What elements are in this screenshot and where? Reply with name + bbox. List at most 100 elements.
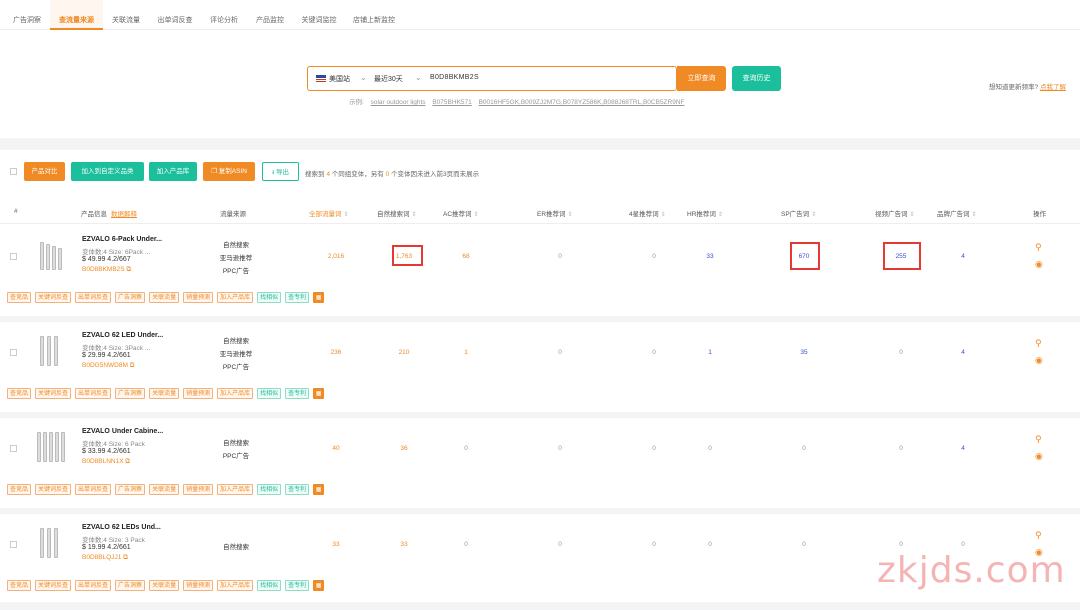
calculator-icon[interactable]: ▦: [313, 580, 325, 591]
tag-competitor[interactable]: 查竞品: [7, 580, 32, 591]
tag-keyword-reverse[interactable]: 关键词反查: [35, 484, 72, 495]
asin-text[interactable]: B0D8BLQJJ1: [82, 554, 121, 561]
tag-patent[interactable]: 查专利: [285, 580, 310, 591]
data-explain-link[interactable]: 数据解释: [111, 211, 137, 218]
copy-asin-button[interactable]: ❐ 复制ASIN: [203, 162, 255, 181]
calculator-icon[interactable]: ▦: [313, 292, 325, 303]
tag-order-keyword[interactable]: 出单词反查: [75, 484, 112, 495]
location-icon[interactable]: ◉: [1035, 451, 1043, 462]
tag-add-library[interactable]: 加入产品库: [217, 292, 254, 303]
tag-competitor[interactable]: 查竞品: [7, 484, 32, 495]
tag-sales-forecast[interactable]: 销量预测: [183, 388, 214, 399]
tag-ad-insight[interactable]: 广告洞察: [115, 484, 146, 495]
tab-product-monitor[interactable]: 产品监控: [247, 0, 293, 30]
search-button[interactable]: 立即查询: [677, 66, 726, 91]
tag-related-traffic[interactable]: 关联流量: [149, 484, 180, 495]
product-asin[interactable]: B0D8BKMB2S ⧉: [82, 266, 131, 274]
product-image[interactable]: [34, 524, 70, 560]
example-link[interactable]: B0016HF5GK,B009ZJ2M7G,B078YZ586K,B088J68…: [479, 99, 685, 106]
row-checkbox[interactable]: [10, 349, 17, 356]
external-link-icon[interactable]: ⧉: [130, 362, 135, 369]
example-link[interactable]: B075BHK571: [432, 99, 471, 106]
sort-icon[interactable]: ⇕: [661, 212, 666, 218]
site-select[interactable]: 美国站: [329, 74, 350, 84]
cell-brand[interactable]: 4: [943, 253, 983, 260]
cell-brand[interactable]: 4: [943, 349, 983, 356]
row-checkbox[interactable]: [10, 541, 17, 548]
cell-all[interactable]: 33: [316, 541, 356, 548]
col-sp[interactable]: SP广告词 ⇕: [781, 208, 816, 218]
sort-icon[interactable]: ⇕: [568, 212, 573, 218]
cell-hr[interactable]: 33: [690, 253, 730, 260]
cell-all[interactable]: 40: [316, 445, 356, 452]
asin-text[interactable]: B0D8BKMB2S: [82, 266, 125, 273]
col-brand[interactable]: 品牌广告词 ⇕: [937, 208, 977, 218]
tab-review-analysis[interactable]: 评论分析: [201, 0, 247, 30]
frequency-link[interactable]: 点我了解: [1040, 84, 1066, 91]
row-checkbox[interactable]: [10, 445, 17, 452]
chevron-down-icon[interactable]: ⌄: [415, 73, 422, 82]
tag-patent[interactable]: 查专利: [285, 388, 310, 399]
product-image[interactable]: [34, 332, 70, 368]
tag-related-traffic[interactable]: 关联流量: [149, 388, 180, 399]
external-link-icon[interactable]: ⧉: [125, 458, 130, 465]
product-asin[interactable]: B0D8BLQJJ1 ⧉: [82, 554, 128, 562]
product-name[interactable]: EZVALO Under Cabine...: [82, 428, 163, 435]
row-checkbox[interactable]: [10, 253, 17, 260]
tag-order-keyword[interactable]: 出单词反查: [75, 388, 112, 399]
product-image[interactable]: [34, 236, 70, 272]
tab-order-keyword[interactable]: 出单词反查: [149, 0, 201, 30]
tag-patent[interactable]: 查专利: [285, 292, 310, 303]
cell-all[interactable]: 2,016: [316, 253, 356, 260]
search-icon[interactable]: ⚲: [1035, 530, 1042, 541]
cell-ac[interactable]: 1: [446, 349, 486, 356]
search-input[interactable]: B0D8BKMB2S: [430, 74, 479, 81]
cell-ac[interactable]: 68: [446, 253, 486, 260]
tag-competitor[interactable]: 查竞品: [7, 388, 32, 399]
tag-find-similar[interactable]: 找相似: [257, 388, 282, 399]
tag-order-keyword[interactable]: 出单词反查: [75, 292, 112, 303]
col-er[interactable]: ER推荐词 ⇕: [537, 208, 573, 218]
col-video[interactable]: 视频广告词 ⇕: [875, 208, 915, 218]
search-icon[interactable]: ⚲: [1035, 338, 1042, 349]
tag-add-library[interactable]: 加入产品库: [217, 484, 254, 495]
location-icon[interactable]: ◉: [1035, 259, 1043, 270]
sort-icon[interactable]: ⇕: [811, 212, 816, 218]
external-link-icon[interactable]: ⧉: [126, 266, 131, 273]
tag-keyword-reverse[interactable]: 关键词反查: [35, 580, 72, 591]
history-button[interactable]: 查询历史: [732, 66, 781, 91]
product-name[interactable]: EZVALO 62 LEDs Und...: [82, 524, 161, 531]
range-select[interactable]: 最近30天: [374, 74, 403, 84]
tag-ad-insight[interactable]: 广告洞察: [115, 292, 146, 303]
export-button[interactable]: ⭳ 导出: [262, 162, 299, 181]
tag-related-traffic[interactable]: 关联流量: [149, 292, 180, 303]
tag-competitor[interactable]: 查竞品: [7, 292, 32, 303]
cell-organic[interactable]: 33: [384, 541, 424, 548]
cell-hr[interactable]: 1: [690, 349, 730, 356]
sort-icon[interactable]: ⇕: [910, 212, 915, 218]
tag-sales-forecast[interactable]: 销量预测: [183, 292, 214, 303]
tab-keyword-monitor[interactable]: 关键词监控: [293, 0, 345, 30]
select-all-checkbox[interactable]: [10, 168, 17, 175]
col-star4[interactable]: 4星推荐词 ⇕: [629, 208, 666, 218]
location-icon[interactable]: ◉: [1035, 355, 1043, 366]
sort-icon[interactable]: ⇕: [718, 212, 723, 218]
add-library-button[interactable]: 加入产品库: [149, 162, 197, 181]
add-category-button[interactable]: 加入到自定义品类: [71, 162, 144, 181]
tab-related-traffic[interactable]: 关联流量: [103, 0, 149, 30]
col-all[interactable]: 全部流量词 ⇕: [309, 208, 349, 218]
search-icon[interactable]: ⚲: [1035, 242, 1042, 253]
product-image[interactable]: [34, 428, 70, 464]
col-organic[interactable]: 自然搜索词 ⇕: [377, 208, 417, 218]
compare-button[interactable]: 产品对比: [24, 162, 65, 181]
chevron-down-icon[interactable]: ⌄: [360, 73, 367, 82]
sort-icon[interactable]: ⇕: [972, 212, 977, 218]
tag-find-similar[interactable]: 找相似: [257, 580, 282, 591]
cell-all[interactable]: 236: [316, 349, 356, 356]
tag-keyword-reverse[interactable]: 关键词反查: [35, 292, 72, 303]
tag-keyword-reverse[interactable]: 关键词反查: [35, 388, 72, 399]
tag-add-library[interactable]: 加入产品库: [217, 580, 254, 591]
product-asin[interactable]: B0D8BLNN1X ⧉: [82, 458, 130, 466]
tag-ad-insight[interactable]: 广告洞察: [115, 388, 146, 399]
tab-ad-insight[interactable]: 广告洞察: [4, 0, 50, 30]
